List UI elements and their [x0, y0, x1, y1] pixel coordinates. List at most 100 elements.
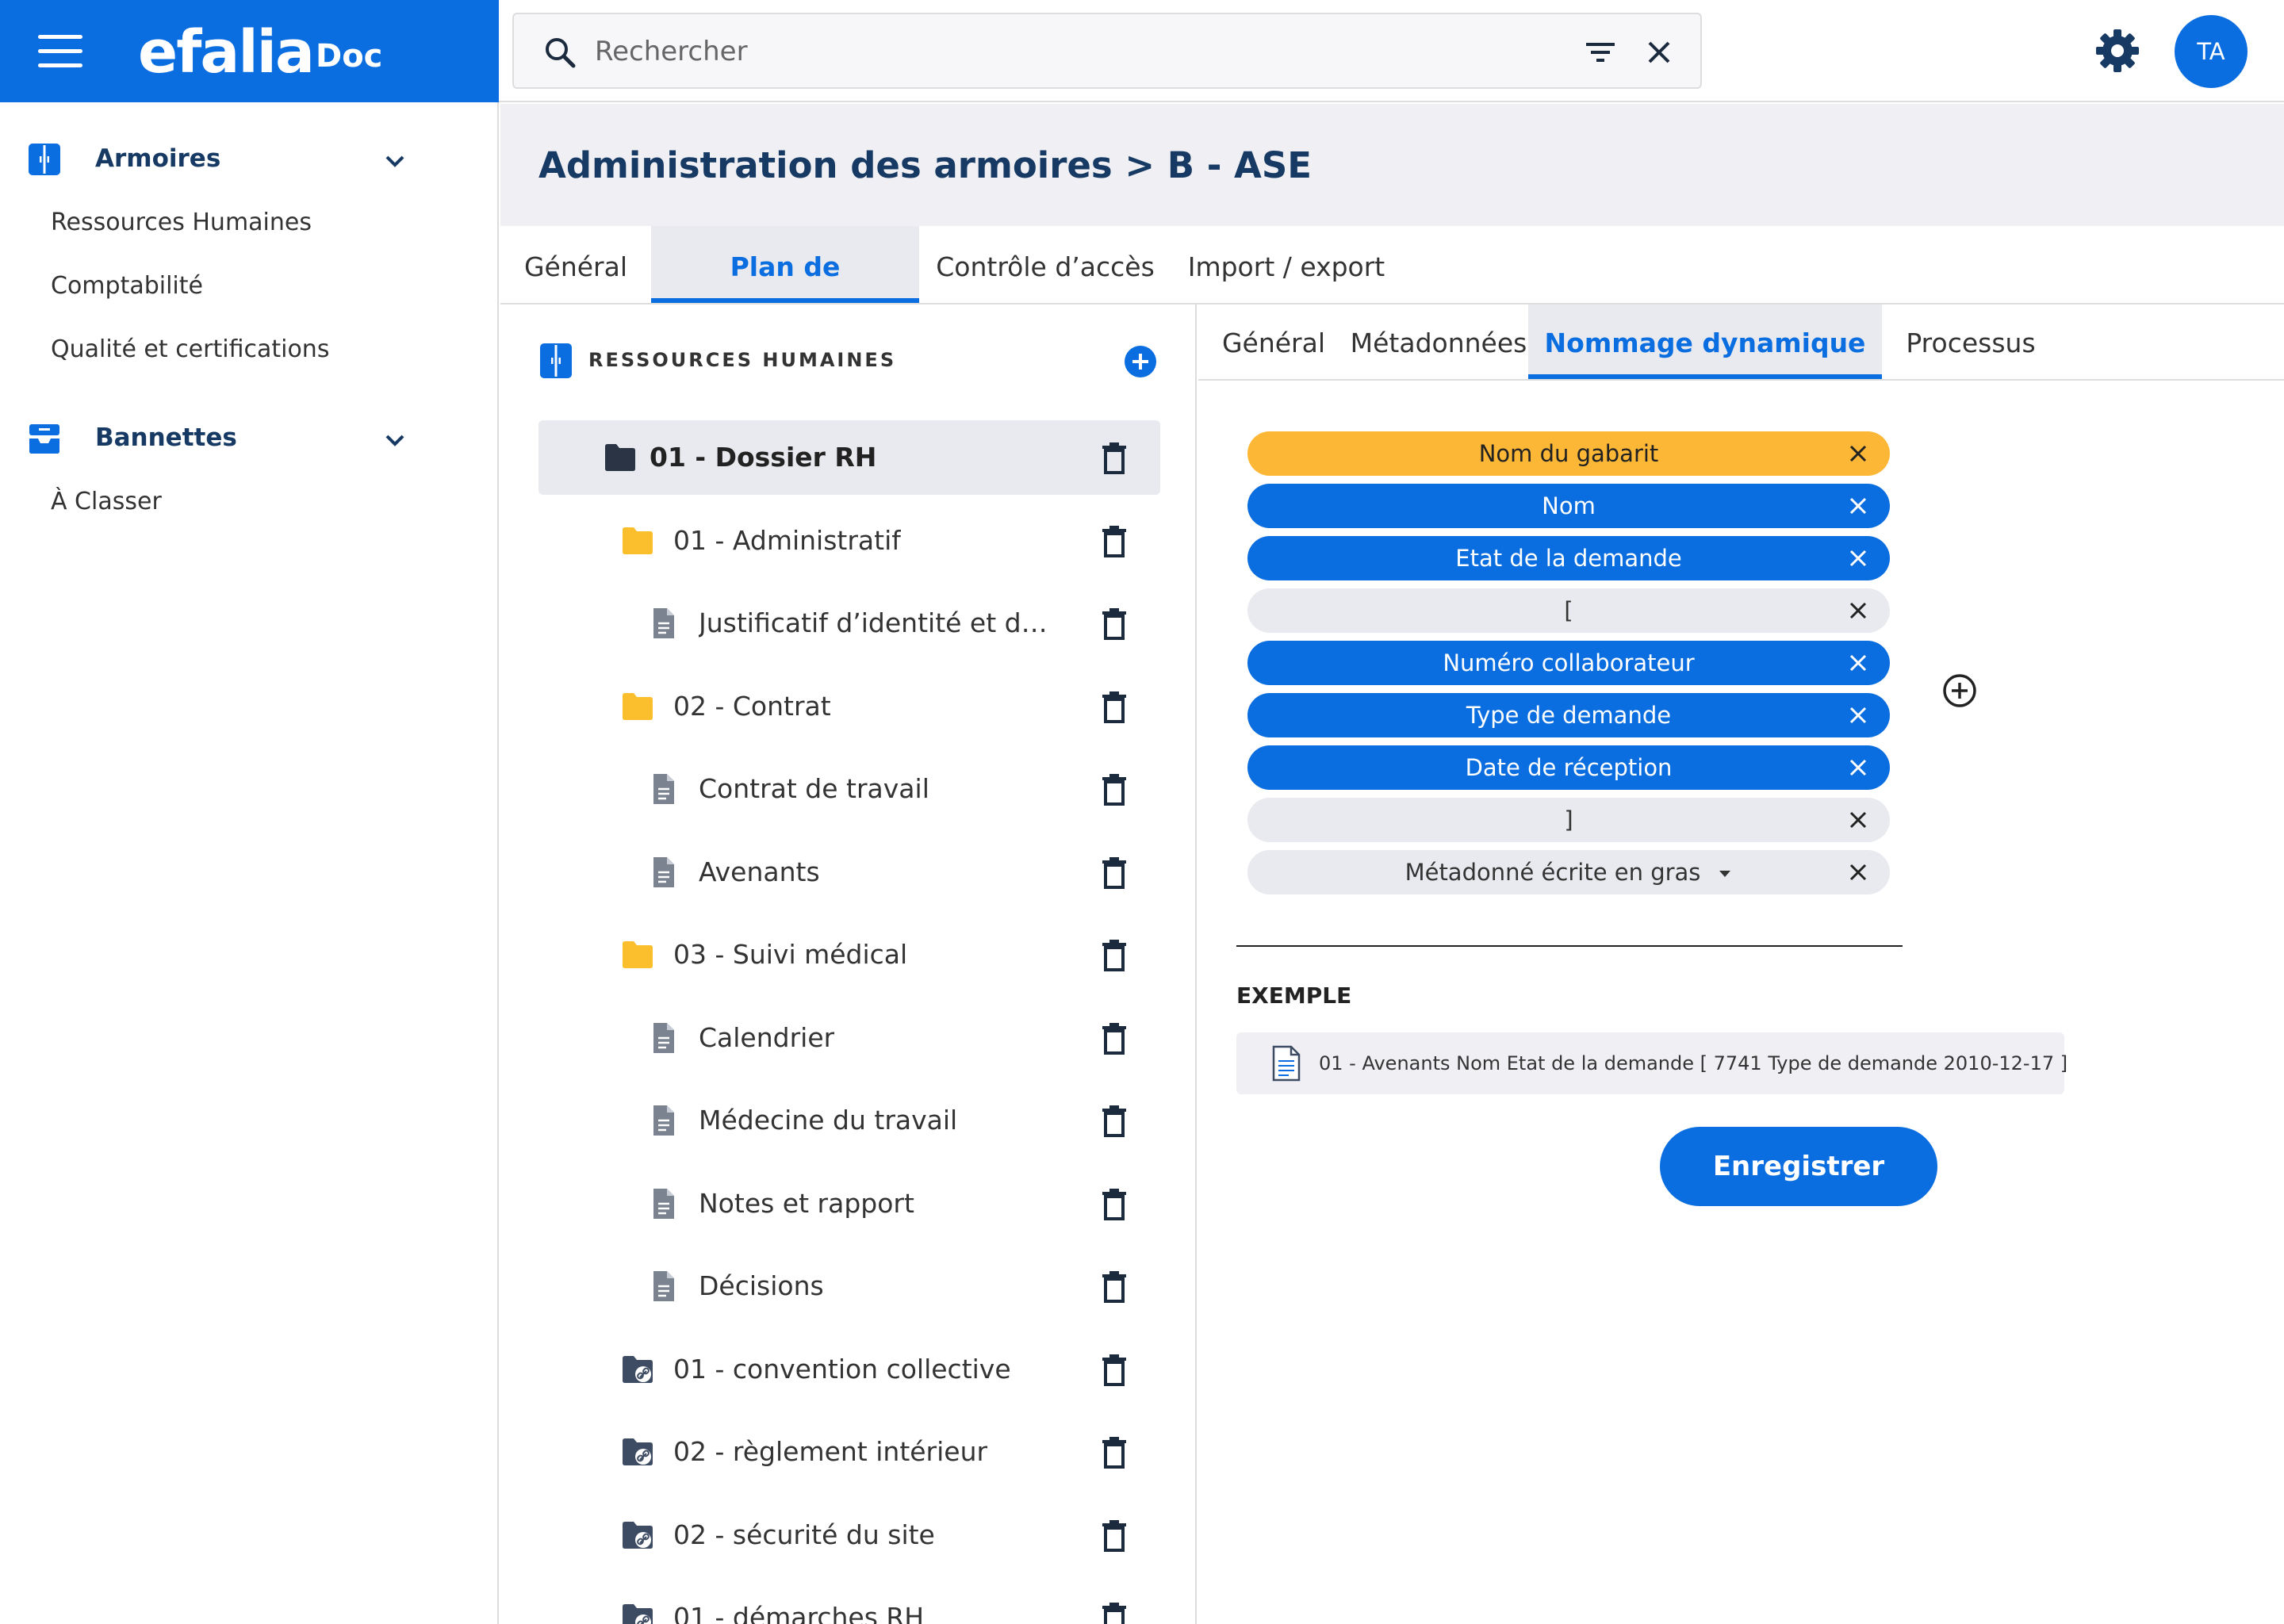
- tree-item[interactable]: 02 - sécurité du site: [538, 1498, 1160, 1572]
- tree-item[interactable]: 01 - convention collective: [538, 1332, 1160, 1407]
- document-icon: [1271, 1045, 1301, 1082]
- sidebar-section-armoires[interactable]: Armoires: [0, 131, 499, 186]
- linked-folder-icon: [621, 1519, 654, 1551]
- trash-icon[interactable]: [1098, 1353, 1130, 1388]
- naming-chip[interactable]: Date de réception: [1247, 745, 1890, 790]
- caret-down-icon[interactable]: [1718, 869, 1732, 879]
- trash-icon[interactable]: [1098, 938, 1130, 973]
- search-bar: [512, 13, 1702, 89]
- close-icon[interactable]: [1847, 652, 1869, 674]
- brand-bar: efalia Doc: [0, 0, 499, 102]
- naming-chip-text: ]: [1564, 806, 1573, 833]
- folder-icon: [621, 691, 654, 722]
- add-circle-icon[interactable]: [1124, 345, 1157, 378]
- save-button[interactable]: Enregistrer: [1660, 1127, 1937, 1206]
- classification-tree: RESSOURCES HUMAINES 01 - Dossier RH 01 - …: [500, 304, 1197, 1624]
- tree-item[interactable]: 01 - démarches RH: [538, 1580, 1160, 1624]
- tree-item-label: 01 - Dossier RH: [650, 442, 877, 473]
- tab-controle-acces[interactable]: Contrôle d’accès: [919, 226, 1171, 303]
- tree-item[interactable]: Justificatif d’identité et de…: [538, 586, 1160, 661]
- naming-chip-text: Nom du gabarit: [1478, 440, 1659, 467]
- sidebar-item-ressources-humaines[interactable]: Ressources Humaines: [51, 204, 312, 242]
- page-header: Administration des armoires > B - ASE: [500, 104, 2284, 226]
- subtab-metadonnees[interactable]: Métadonnées: [1349, 304, 1528, 379]
- close-icon[interactable]: [1847, 809, 1869, 831]
- trash-icon[interactable]: [1098, 1601, 1130, 1624]
- menu-icon[interactable]: [38, 35, 82, 68]
- trash-icon[interactable]: [1098, 690, 1130, 725]
- tree-item[interactable]: 01 - Administratif: [538, 504, 1160, 578]
- tree-item[interactable]: Décisions: [538, 1249, 1160, 1323]
- trash-icon[interactable]: [1098, 856, 1130, 891]
- document-icon: [646, 1022, 680, 1054]
- tree-item[interactable]: Notes et rapport: [538, 1166, 1160, 1241]
- naming-chip[interactable]: [: [1247, 588, 1890, 633]
- search-icon: [542, 35, 577, 70]
- trash-icon[interactable]: [1098, 441, 1130, 476]
- trash-icon[interactable]: [1098, 1270, 1130, 1304]
- gear-icon[interactable]: [2094, 27, 2141, 75]
- tree-item[interactable]: 02 - Contrat: [538, 669, 1160, 744]
- close-icon[interactable]: [1847, 547, 1869, 569]
- naming-chip-label: Date de réception: [1247, 745, 1890, 790]
- chevron-down-icon[interactable]: [381, 147, 409, 175]
- naming-chip[interactable]: Etat de la demande: [1247, 536, 1890, 580]
- trash-icon[interactable]: [1098, 1104, 1130, 1139]
- tree-item[interactable]: Médecine du travail: [538, 1083, 1160, 1158]
- tree-item-label: Avenants: [699, 856, 820, 887]
- chevron-down-icon[interactable]: [381, 426, 409, 454]
- tab-general[interactable]: Général: [500, 226, 651, 303]
- tree-item[interactable]: 01 - Dossier RH: [538, 420, 1160, 495]
- close-icon[interactable]: [1847, 704, 1869, 726]
- naming-chip[interactable]: Nom du gabarit: [1247, 431, 1890, 476]
- trash-icon[interactable]: [1098, 1435, 1130, 1470]
- naming-chip-label: ]: [1247, 798, 1890, 842]
- naming-chip-label: Etat de la demande: [1247, 536, 1890, 580]
- naming-chip[interactable]: Type de demande: [1247, 693, 1890, 737]
- tree-item[interactable]: 02 - règlement intérieur: [538, 1415, 1160, 1489]
- subtab-processus[interactable]: Processus: [1882, 304, 2060, 379]
- close-icon[interactable]: [1847, 756, 1869, 779]
- sidebar-item-a-classer[interactable]: À Classer: [51, 483, 162, 521]
- tree-item[interactable]: 03 - Suivi médical: [538, 917, 1160, 992]
- close-icon[interactable]: [1847, 495, 1869, 517]
- search-input[interactable]: [595, 29, 1515, 75]
- sidebar-item-comptabilite[interactable]: Comptabilité: [51, 267, 203, 305]
- close-icon[interactable]: [1847, 861, 1869, 883]
- add-circle-outline-icon[interactable]: [1941, 672, 1978, 709]
- sidebar-section-bannettes[interactable]: Bannettes: [0, 410, 499, 465]
- sub-tabs: Général Métadonnées Nommage dynamique Pr…: [1198, 304, 2284, 381]
- trash-icon[interactable]: [1098, 1021, 1130, 1056]
- sidebar-item-qualite[interactable]: Qualité et certifications: [51, 331, 329, 369]
- naming-chip[interactable]: Numéro collaborateur: [1247, 641, 1890, 685]
- tree-item[interactable]: Calendrier: [538, 1001, 1160, 1075]
- trash-icon[interactable]: [1098, 1519, 1130, 1553]
- tab-plan-de-classement[interactable]: Plan de classement: [651, 226, 919, 365]
- tree-item[interactable]: Avenants: [538, 835, 1160, 910]
- naming-chip[interactable]: Métadonné écrite en gras: [1247, 850, 1890, 894]
- naming-chip-label: Nom: [1247, 484, 1890, 528]
- filter-icon[interactable]: [1583, 36, 1618, 68]
- trash-icon[interactable]: [1098, 1187, 1130, 1222]
- trash-icon[interactable]: [1098, 607, 1130, 642]
- naming-chip-label: Type de demande: [1247, 693, 1890, 737]
- naming-chip-label: [: [1247, 588, 1890, 633]
- tree-header-label: RESSOURCES HUMAINES: [588, 349, 897, 371]
- trash-icon[interactable]: [1098, 772, 1130, 807]
- avatar[interactable]: TA: [2175, 15, 2248, 88]
- tree-item-label: 01 - convention collective: [673, 1354, 1011, 1385]
- tree-item-label: Notes et rapport: [699, 1188, 914, 1219]
- tab-import-export[interactable]: Import / export: [1171, 226, 1401, 303]
- naming-chip[interactable]: ]: [1247, 798, 1890, 842]
- naming-chip[interactable]: Nom: [1247, 484, 1890, 528]
- close-icon[interactable]: [1642, 35, 1677, 70]
- subtab-general[interactable]: Général: [1198, 304, 1349, 379]
- close-icon[interactable]: [1847, 442, 1869, 465]
- folder-icon: [621, 939, 654, 971]
- subtab-nommage-dynamique[interactable]: Nommage dynamique: [1528, 304, 1882, 379]
- close-icon[interactable]: [1847, 599, 1869, 622]
- tree-item[interactable]: Contrat de travail: [538, 752, 1160, 826]
- trash-icon[interactable]: [1098, 524, 1130, 559]
- linked-folder-icon: [621, 1436, 654, 1468]
- top-bar: TA: [499, 0, 2284, 102]
